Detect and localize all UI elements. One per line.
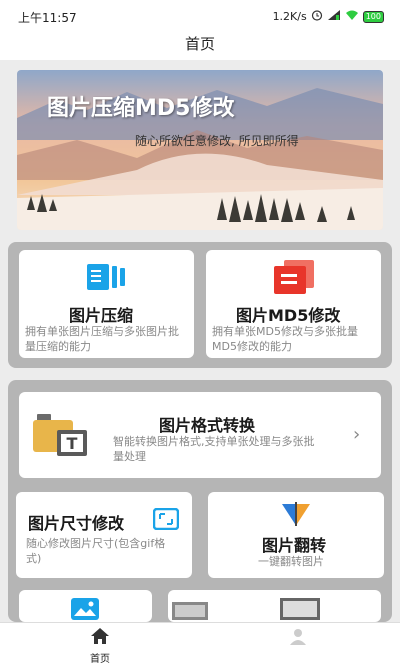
compress-icon: [87, 262, 127, 296]
resize-card[interactable]: 图片尺寸修改 随心修改图片尺寸(包含gif格式): [16, 492, 192, 578]
user-icon: [290, 629, 306, 645]
status-time: 上午11:57: [18, 11, 77, 25]
md5-desc: 拥有单张MD5修改与多张批量MD5修改的能力: [212, 325, 358, 353]
flip-desc: 一键翻转图片: [258, 555, 324, 568]
format-card[interactable]: T 图片格式转换 智能转换图片格式,支持单张处理与多张批量处理 ›: [19, 392, 381, 478]
resize-icon: [152, 507, 180, 534]
status-bar: 上午11:57 1.2K/s 100: [0, 0, 400, 30]
nav-mine[interactable]: [268, 627, 328, 648]
nav-home[interactable]: 首页: [70, 627, 130, 665]
feature-card-partial-right[interactable]: [168, 590, 381, 622]
format-title: 图片格式转换: [159, 416, 256, 435]
format-desc: 智能转换图片格式,支持单张处理与多张批量处理: [113, 435, 315, 463]
flip-title: 图片翻转: [262, 536, 327, 555]
md5-card[interactable]: 图片MD5修改 拥有单张MD5修改与多张批量MD5修改的能力: [206, 250, 381, 358]
home-icon: [91, 628, 109, 644]
nav-home-label: 首页: [90, 654, 110, 665]
alarm-icon: [311, 9, 323, 24]
banner-title: 图片压缩MD5修改: [47, 96, 235, 121]
compress-title: 图片压缩: [69, 306, 134, 325]
flip-icon: [280, 502, 312, 530]
md5-icon: [274, 260, 314, 298]
status-icons: 1.2K/s 100: [273, 9, 384, 24]
compress-desc: 拥有单张图片压缩与多张图片批量压缩的能力: [25, 325, 179, 353]
banner-subtitle: 随心所欲任意修改, 所见即所得: [135, 134, 299, 148]
image-icon: [71, 598, 99, 624]
chevron-right-icon: ›: [353, 424, 361, 445]
bottom-nav: 首页: [0, 622, 400, 667]
format-icon: T: [33, 412, 91, 462]
wifi-icon: [345, 9, 359, 24]
image-thumbnail-icon: [172, 602, 208, 624]
image-thumbnail-icon: [280, 598, 320, 624]
md5-title: 图片MD5修改: [236, 306, 341, 325]
svg-text:T: T: [67, 434, 78, 453]
page-title-bar: 首页: [0, 30, 400, 60]
resize-title: 图片尺寸修改: [28, 514, 125, 533]
network-speed: 1.2K/s: [272, 10, 307, 23]
battery-icon: 100: [362, 10, 384, 23]
feature-card-partial-left[interactable]: [19, 590, 152, 622]
page-title: 首页: [184, 35, 215, 53]
flip-card[interactable]: 图片翻转 一键翻转图片: [208, 492, 384, 578]
resize-desc: 随心修改图片尺寸(包含gif格式): [26, 537, 166, 565]
compress-card[interactable]: 图片压缩 拥有单张图片压缩与多张图片批量压缩的能力: [19, 250, 194, 358]
signal-icon: [327, 9, 341, 24]
banner[interactable]: 图片压缩MD5修改 随心所欲任意修改, 所见即所得: [17, 70, 383, 230]
